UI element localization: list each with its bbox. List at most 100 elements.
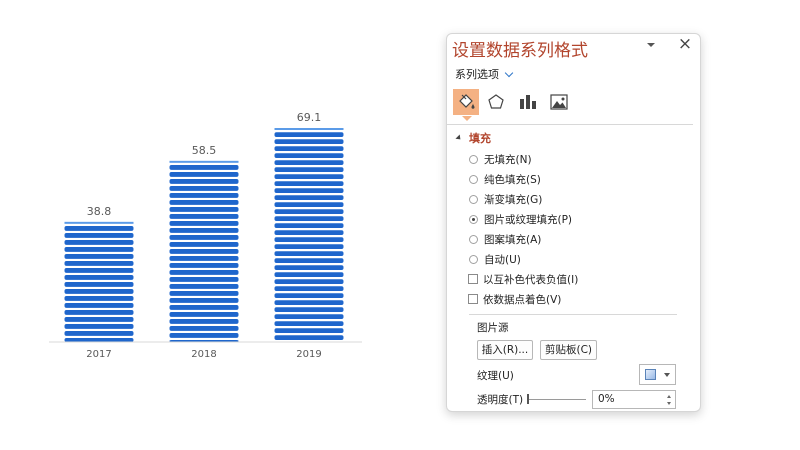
bar-stripe <box>64 317 134 322</box>
radio-gradient-fill[interactable]: 渐变填充(G) <box>469 191 542 207</box>
bar-stripe <box>169 305 239 310</box>
bar-stripe <box>169 179 239 184</box>
checkbox-label: 以互补色代表负值(I) <box>483 273 579 286</box>
bar-stripe <box>169 326 239 331</box>
close-pane-button[interactable]: × <box>677 35 693 53</box>
bar-chart-icon <box>520 95 536 109</box>
bar-stripe <box>169 235 239 240</box>
bar-stripe <box>274 139 344 144</box>
bar-stripe <box>169 284 239 289</box>
texture-dropdown-button[interactable] <box>639 364 676 385</box>
bar-stripe <box>274 265 344 270</box>
bar-stripe <box>274 328 344 333</box>
format-data-series-pane: 设置数据系列格式 × 系列选项 填充 无填充(N) 纯色填充(S) 渐变填充(G… <box>446 33 701 412</box>
bar-stripe <box>64 247 134 252</box>
bar-2017[interactable] <box>64 221 134 342</box>
bar-stripe <box>274 314 344 319</box>
bar-2019[interactable] <box>274 128 344 340</box>
tab-fill-and-line[interactable] <box>453 89 479 115</box>
radio-picture-or-texture-fill[interactable]: 图片或纹理填充(P) <box>469 211 572 227</box>
bar-stripe <box>64 233 134 238</box>
transparency-slider-thumb[interactable] <box>527 394 529 404</box>
radio-solid-fill[interactable]: 纯色填充(S) <box>469 171 541 187</box>
series-options-dropdown[interactable]: 系列选项 <box>455 66 514 82</box>
bar-stripe <box>274 209 344 214</box>
bar-stripe <box>274 216 344 221</box>
bar-stripe <box>169 263 239 268</box>
category-label-2017: 2017 <box>86 349 111 360</box>
radio-automatic-fill[interactable]: 自动(U) <box>469 251 521 267</box>
transparency-slider-track[interactable] <box>529 399 586 400</box>
data-label-2018: 58.5 <box>192 144 217 157</box>
bar-stripe <box>169 186 239 191</box>
paint-bucket-icon <box>459 94 475 109</box>
bar-stripe <box>169 242 239 247</box>
picture-source-label: 图片源 <box>477 322 509 334</box>
bar-stripe <box>64 289 134 294</box>
bar-top-edge <box>64 221 134 224</box>
bar-stripe <box>64 226 134 231</box>
radio-label: 渐变填充(G) <box>484 193 543 206</box>
bar-stripe <box>274 335 344 340</box>
bar-stripe <box>64 310 134 315</box>
bar-stripe <box>64 303 134 308</box>
insert-picture-button[interactable]: 插入(R)... <box>477 340 533 360</box>
bar-stripe <box>169 319 239 324</box>
bar-stripe <box>274 195 344 200</box>
bar-stripe <box>169 291 239 296</box>
texture-swatch-icon <box>645 369 656 380</box>
pane-title: 设置数据系列格式 <box>452 41 588 61</box>
transparency-label: 透明度(T) <box>477 394 524 406</box>
tab-picture[interactable] <box>546 89 572 115</box>
bar-stripe <box>64 254 134 259</box>
transparency-value: 0% <box>598 393 615 405</box>
bar-stripe <box>274 321 344 326</box>
spin-up-icon[interactable] <box>667 395 671 398</box>
radio-pattern-fill[interactable]: 图案填充(A) <box>469 231 541 247</box>
fill-section-toggle[interactable]: 填充 <box>455 130 491 146</box>
radio-button <box>469 174 478 184</box>
checkbox-invert-if-negative[interactable]: 以互补色代表负值(I) <box>468 271 579 287</box>
radio-button-selected <box>469 214 478 224</box>
checkbox-box <box>468 274 478 284</box>
collapse-triangle-icon <box>455 134 463 142</box>
bar-stripe <box>64 240 134 245</box>
tab-series-options[interactable] <box>515 89 541 115</box>
tab-effects[interactable] <box>483 89 509 115</box>
dropdown-arrow-icon <box>664 373 670 377</box>
bar-stripe <box>274 223 344 228</box>
texture-label: 纹理(U) <box>477 370 514 382</box>
bar-stripe <box>274 293 344 298</box>
bar-2018[interactable] <box>169 160 239 342</box>
category-label-2019: 2019 <box>296 349 321 360</box>
pentagon-icon <box>488 94 504 109</box>
bar-stripe <box>274 202 344 207</box>
bar-stripe <box>169 256 239 261</box>
transparency-spinbox[interactable]: 0% <box>592 390 676 409</box>
radio-no-fill[interactable]: 无填充(N) <box>469 151 532 167</box>
bar-stripe <box>64 296 134 301</box>
bar-stripe <box>64 331 134 336</box>
checkbox-vary-colors-by-point[interactable]: 依数据点着色(V) <box>468 291 561 307</box>
pane-options-dropdown-button[interactable] <box>644 39 658 53</box>
bar-stripe <box>64 261 134 266</box>
clipboard-button[interactable]: 剪贴板(C) <box>540 340 597 360</box>
column-chart: 38.8 58.5 69.1 2017 2018 2019 <box>49 111 362 360</box>
radio-button <box>469 234 478 244</box>
bar-stripe <box>274 272 344 277</box>
data-label-2019: 69.1 <box>297 111 322 124</box>
bar-stripe <box>169 333 239 338</box>
bar-stripe <box>169 298 239 303</box>
section-divider <box>469 314 677 315</box>
bar-stripe <box>169 221 239 226</box>
bar-stripe <box>64 282 134 287</box>
spin-down-icon[interactable] <box>667 402 671 405</box>
radio-label: 无填充(N) <box>484 153 532 166</box>
radio-button <box>469 154 478 164</box>
bar-stripe <box>169 207 239 212</box>
bar-stripe <box>274 167 344 172</box>
bar-stripe <box>274 153 344 158</box>
bar-stripe <box>274 251 344 256</box>
bar-stripe <box>169 228 239 233</box>
bar-top-edge <box>274 128 344 130</box>
